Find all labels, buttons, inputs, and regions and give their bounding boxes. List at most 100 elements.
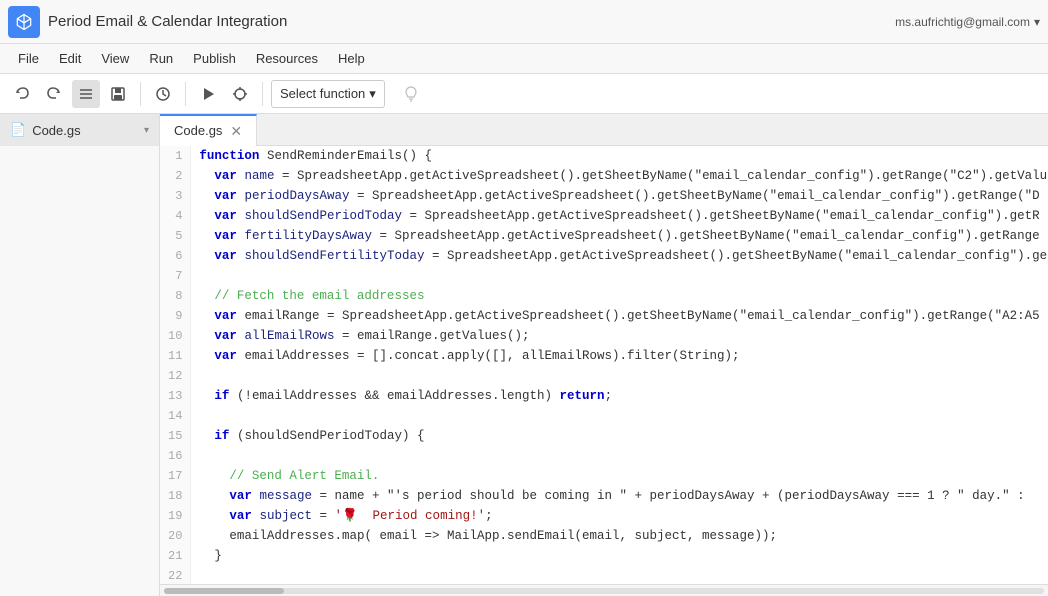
line-number: 13 [160,386,191,406]
line-content[interactable]: var fertilityDaysAway = SpreadsheetApp.g… [191,226,1048,246]
line-number: 5 [160,226,191,246]
indent-button[interactable] [72,80,100,108]
logo-area: Period Email & Calendar Integration [8,6,287,38]
line-content[interactable]: var message = name + "'s period should b… [191,486,1048,506]
tab-code-gs[interactable]: Code.gs ✕ [160,114,257,146]
line-number: 12 [160,366,191,386]
menu-file[interactable]: File [8,47,49,70]
table-row: 22 [160,566,1048,584]
table-row: 15 if (shouldSendPeriodToday) { [160,426,1048,446]
horizontal-scrollbar[interactable] [160,584,1048,596]
line-number: 2 [160,166,191,186]
menu-run[interactable]: Run [139,47,183,70]
line-content[interactable]: function SendReminderEmails() { [191,146,1048,166]
code-area: Code.gs ✕ 1function SendReminderEmails()… [160,114,1048,596]
undo-button[interactable] [8,80,36,108]
table-row: 10 var allEmailRows = emailRange.getValu… [160,326,1048,346]
table-row: 4 var shouldSendPeriodToday = Spreadshee… [160,206,1048,226]
run-icon [200,86,216,102]
sidebar-filename: Code.gs [32,123,80,138]
line-content[interactable]: } [191,546,1048,566]
run-button[interactable] [194,80,222,108]
line-number: 4 [160,206,191,226]
table-row: 2 var name = SpreadsheetApp.getActiveSpr… [160,166,1048,186]
sidebar-file-item[interactable]: 📄 Code.gs ▾ [0,114,159,146]
line-number: 1 [160,146,191,166]
table-row: 13 if (!emailAddresses && emailAddresses… [160,386,1048,406]
tab-bar: Code.gs ✕ [160,114,1048,146]
line-content[interactable]: // Fetch the email addresses [191,286,1048,306]
history-icon [155,86,171,102]
line-content[interactable]: if (shouldSendPeriodToday) { [191,426,1048,446]
table-row: 19 var subject = '🌹 Period coming!'; [160,506,1048,526]
separator-3 [262,82,263,106]
line-number: 19 [160,506,191,526]
sidebar: 📄 Code.gs ▾ [0,114,160,596]
table-row: 12 [160,366,1048,386]
table-row: 7 [160,266,1048,286]
line-number: 17 [160,466,191,486]
line-number: 11 [160,346,191,366]
line-content[interactable]: if (!emailAddresses && emailAddresses.le… [191,386,1048,406]
line-number: 7 [160,266,191,286]
line-number: 10 [160,326,191,346]
line-number: 20 [160,526,191,546]
toolbar: Select function ▾ [0,74,1048,114]
toolbar-right [397,80,425,108]
logo-icon [8,6,40,38]
line-number: 18 [160,486,191,506]
menu-help[interactable]: Help [328,47,375,70]
table-row: 11 var emailAddresses = [].concat.apply(… [160,346,1048,366]
line-content[interactable] [191,566,1048,584]
menu-resources[interactable]: Resources [246,47,328,70]
menu-view[interactable]: View [91,47,139,70]
line-content[interactable] [191,366,1048,386]
line-content[interactable]: emailAddresses.map( email => MailApp.sen… [191,526,1048,546]
main-area: 📄 Code.gs ▾ Code.gs ✕ 1function SendRemi… [0,114,1048,596]
line-content[interactable]: var name = SpreadsheetApp.getActiveSprea… [191,166,1048,186]
tab-close-button[interactable]: ✕ [230,124,242,138]
table-row: 18 var message = name + "'s period shoul… [160,486,1048,506]
line-content[interactable]: // Send Alert Email. [191,466,1048,486]
separator-2 [185,82,186,106]
code-editor[interactable]: 1function SendReminderEmails() {2 var na… [160,146,1048,584]
line-number: 8 [160,286,191,306]
code-body: 1function SendReminderEmails() {2 var na… [160,146,1048,584]
lightbulb-icon [403,86,419,102]
function-select-arrow: ▾ [369,86,376,102]
indent-icon [78,86,94,102]
line-content[interactable]: var shouldSendFertilityToday = Spreadshe… [191,246,1048,266]
line-number: 14 [160,406,191,426]
line-content[interactable]: var periodDaysAway = SpreadsheetApp.getA… [191,186,1048,206]
line-number: 3 [160,186,191,206]
menu-publish[interactable]: Publish [183,47,246,70]
line-content[interactable]: var emailAddresses = [].concat.apply([],… [191,346,1048,366]
line-content[interactable] [191,446,1048,466]
scroll-thumb[interactable] [164,588,284,594]
menu-edit[interactable]: Edit [49,47,91,70]
debug-icon [232,86,248,102]
user-menu[interactable]: ms.aufrichtig@gmail.com ▾ [895,15,1040,29]
file-dropdown-arrow: ▾ [144,125,149,136]
function-select-dropdown[interactable]: Select function ▾ [271,80,385,108]
table-row: 21 } [160,546,1048,566]
line-content[interactable]: var allEmailRows = emailRange.getValues(… [191,326,1048,346]
line-content[interactable] [191,406,1048,426]
line-content[interactable]: var shouldSendPeriodToday = SpreadsheetA… [191,206,1048,226]
debug-button[interactable] [226,80,254,108]
line-number: 21 [160,546,191,566]
line-content[interactable]: var subject = '🌹 Period coming!'; [191,506,1048,526]
line-content[interactable]: var emailRange = SpreadsheetApp.getActiv… [191,306,1048,326]
table-row: 9 var emailRange = SpreadsheetApp.getAct… [160,306,1048,326]
undo-icon [14,86,30,102]
history-button[interactable] [149,80,177,108]
code-table: 1function SendReminderEmails() {2 var na… [160,146,1048,584]
line-number: 16 [160,446,191,466]
scroll-track[interactable] [164,588,1044,594]
table-row: 16 [160,446,1048,466]
save-button[interactable] [104,80,132,108]
lightbulb-button[interactable] [397,80,425,108]
line-content[interactable] [191,266,1048,286]
redo-button[interactable] [40,80,68,108]
separator-1 [140,82,141,106]
